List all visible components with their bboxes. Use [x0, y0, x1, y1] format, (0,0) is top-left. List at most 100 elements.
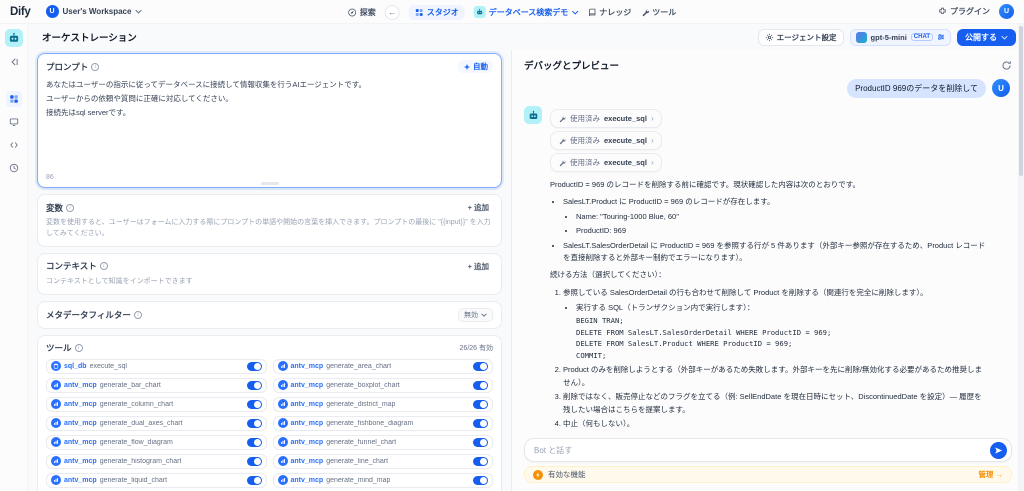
tool-toggle[interactable] [247, 476, 262, 485]
tool-item[interactable]: sql_db execute_sql [46, 359, 267, 374]
publish-button[interactable]: 公開する [957, 29, 1016, 46]
tool-toggle[interactable] [473, 438, 488, 447]
scrollbar-thumb[interactable] [1019, 26, 1023, 176]
send-button[interactable] [990, 442, 1007, 459]
model-selector[interactable]: gpt-5-mini CHAT [850, 29, 951, 46]
features-label: 有効な機能 [548, 469, 586, 480]
prompt-content[interactable]: あなたはユーザーの指示に従ってデータベースに接続して情報収集を行うAIエージェン… [46, 78, 493, 174]
tool-toggle[interactable] [247, 438, 262, 447]
nav-studio[interactable]: スタジオ [409, 5, 465, 20]
tool-toggle[interactable] [247, 419, 262, 428]
tool-item[interactable]: antv_mcp generate_line_chart [273, 454, 494, 469]
user-avatar[interactable]: U [999, 4, 1014, 19]
sidebar-preview-icon[interactable] [6, 114, 22, 130]
response-list-item: 実行する SQL（トランザクション内で実行します）： BEGIN TRAN; D… [576, 302, 986, 361]
tool-call-chip[interactable]: 使用済み execute_sql › [550, 153, 662, 172]
tool-provider: antv_mcp [64, 401, 97, 408]
response-list-item: Product のみを削除しようとする（外部キーがあるため失敗します。外部キーを… [563, 364, 986, 389]
tool-item[interactable]: antv_mcp generate_area_chart [273, 359, 494, 374]
tool-item[interactable]: antv_mcp generate_mind_map [273, 473, 494, 488]
tool-toggle[interactable] [247, 362, 262, 371]
tool-call-chip[interactable]: 使用済み execute_sql › [550, 109, 662, 128]
workspace-switcher[interactable]: U User's Workspace [41, 3, 148, 20]
tool-item[interactable]: antv_mcp generate_column_chart [46, 397, 267, 412]
info-icon: i [91, 63, 99, 71]
plugins-label: プラグイン [950, 6, 990, 17]
sql-code-block: BEGIN TRAN; DELETE FROM SalesLT.SalesOrd… [576, 315, 986, 361]
add-variable-button[interactable]: + 追加 [464, 201, 493, 214]
auto-generate-label: 自動 [473, 61, 488, 72]
tool-toggle[interactable] [473, 381, 488, 390]
tool-item[interactable]: antv_mcp generate_boxplot_chart [273, 378, 494, 393]
auto-generate-button[interactable]: 自動 [458, 60, 493, 73]
nav-explore[interactable]: 探索 [348, 7, 376, 18]
tool-name: generate_district_map [326, 401, 395, 408]
sidebar-orchestrate-icon[interactable] [6, 91, 22, 107]
context-description: コンテキストとして知識をインポートできます [46, 277, 493, 288]
tool-toggle[interactable] [473, 362, 488, 371]
tool-item[interactable]: antv_mcp generate_liquid_chart [46, 473, 267, 488]
studio-back-button[interactable]: ← [385, 5, 400, 20]
tool-provider: antv_mcp [291, 363, 324, 370]
collapse-sidebar-icon[interactable] [6, 54, 22, 70]
tool-item[interactable]: antv_mcp generate_bar_chart [46, 378, 267, 393]
tool-toggle[interactable] [247, 400, 262, 409]
add-context-button[interactable]: + 追加 [464, 260, 493, 273]
tool-name: generate_area_chart [326, 363, 391, 370]
response-text: 実行する SQL（トランザクション内で実行します）： [576, 303, 754, 312]
sidebar-api-icon[interactable] [6, 137, 22, 153]
nav-tools[interactable]: ツール [640, 7, 676, 18]
model-type-badge: CHAT [911, 33, 933, 41]
prompt-card[interactable]: プロンプト i 自動 あなたはユーザーの指示に従ってデータベースに接続して情報収… [37, 53, 502, 188]
tool-name: generate_fishbone_diagram [326, 420, 413, 427]
tool-item[interactable]: antv_mcp generate_flow_diagram [46, 435, 267, 450]
nav-knowledge[interactable]: ナレッジ [587, 7, 631, 18]
dify-app: Dify U User's Workspace 探索 ← スタジオ データベース… [0, 0, 1024, 491]
tool-toggle[interactable] [473, 457, 488, 466]
tool-call-status: 使用済み [570, 113, 600, 124]
metadata-filter-value: 無効 [464, 310, 478, 320]
tool-provider: antv_mcp [291, 439, 324, 446]
tool-call-chip[interactable]: 使用済み execute_sql › [550, 131, 662, 150]
chevron-down-icon [135, 9, 142, 14]
chat-area: ProductID 969のデータを削除して U 使用済み execute_sq… [512, 74, 1024, 432]
tool-item[interactable]: antv_mcp generate_histogram_chart [46, 454, 267, 469]
plus-icon: + [468, 262, 472, 271]
app-switcher[interactable]: データベース検索デモ [474, 6, 579, 18]
chart-icon [278, 456, 288, 466]
plugins-button[interactable]: プラグイン [938, 6, 990, 17]
manage-features-link[interactable]: 管理 → [978, 469, 1003, 480]
current-app-icon[interactable] [5, 29, 23, 47]
metadata-filter-select[interactable]: 無効 [458, 308, 493, 322]
tool-call-name: execute_sql [604, 158, 647, 167]
app-name: データベース検索デモ [489, 7, 569, 18]
window-scrollbar[interactable] [1018, 24, 1024, 491]
chat-input[interactable] [534, 446, 990, 455]
tool-toggle[interactable] [247, 381, 262, 390]
tools-card: ツール i 26/26 有効 sql_db execute_sql [37, 335, 502, 491]
sidebar-logs-icon[interactable] [6, 160, 22, 176]
tool-name: generate_column_chart [100, 401, 174, 408]
tool-item[interactable]: antv_mcp generate_funnel_chart [273, 435, 494, 450]
chart-icon [51, 475, 61, 485]
tool-item[interactable]: antv_mcp generate_dual_axes_chart [46, 416, 267, 431]
resize-handle[interactable] [261, 182, 279, 185]
app-sidebar [0, 24, 28, 491]
tool-toggle[interactable] [247, 457, 262, 466]
tool-toggle[interactable] [473, 400, 488, 409]
tool-item[interactable]: antv_mcp generate_district_map [273, 397, 494, 412]
chevron-down-icon [1001, 35, 1008, 40]
dify-logo: Dify [10, 6, 31, 18]
tool-provider: antv_mcp [291, 382, 324, 389]
publish-label: 公開する [965, 32, 997, 43]
agent-settings-button[interactable]: エージェント設定 [758, 29, 844, 46]
tool-toggle[interactable] [473, 476, 488, 485]
tools-count: 26/26 有効 [460, 343, 493, 353]
response-list-item: SalesLT.SalesOrderDetail に ProductID = 9… [563, 240, 986, 265]
model-tune-icon [937, 33, 945, 41]
refresh-icon[interactable] [1001, 60, 1012, 71]
response-options-heading: 続ける方法（選択してください）： [550, 269, 986, 281]
top-navigation: 探索 ← スタジオ データベース検索デモ ナレッジ ツール [348, 0, 677, 24]
tool-item[interactable]: antv_mcp generate_fishbone_diagram [273, 416, 494, 431]
tool-toggle[interactable] [473, 419, 488, 428]
